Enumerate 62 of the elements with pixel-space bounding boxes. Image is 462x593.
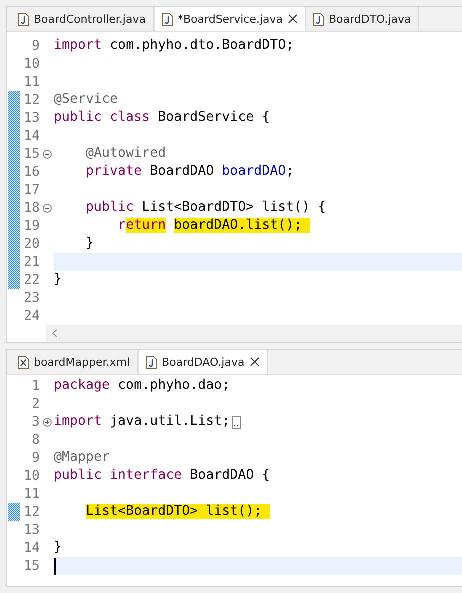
code-line: import com.phyho.dto.BoardDTO; — [54, 37, 294, 55]
line-number: 1 — [30, 378, 40, 394]
close-icon[interactable] — [288, 14, 298, 24]
line-number: 19 — [22, 218, 40, 234]
code-line: @Service — [54, 91, 118, 109]
editor-tab[interactable]: BoardController.java — [11, 7, 154, 31]
line-number: 2 — [30, 396, 40, 412]
editor-tab[interactable]: BoardDAO.java — [138, 350, 268, 374]
line-number: 18 — [22, 200, 40, 216]
collapse-icon[interactable] — [42, 150, 52, 158]
editor-tab[interactable]: BoardDTO.java — [306, 7, 420, 31]
folded-code-icon[interactable] — [232, 416, 242, 428]
xml-file-icon — [18, 356, 29, 368]
line-number: 15 — [22, 558, 40, 574]
line-number: 11 — [22, 74, 40, 90]
code-line: return boardDAO.list(); — [54, 217, 310, 235]
line-number: 20 — [22, 236, 40, 252]
java-file-icon — [146, 356, 158, 368]
code-line: @Mapper — [54, 449, 110, 467]
tab-label: BoardDAO.java — [162, 356, 245, 368]
line-number: 9 — [30, 450, 40, 466]
line-number: 13 — [22, 522, 40, 538]
code-line: } — [54, 539, 62, 557]
line-number: 10 — [22, 56, 40, 72]
code-line: public List<BoardDTO> list() { — [85, 199, 326, 217]
java-file-icon — [162, 12, 173, 26]
line-number: 8 — [30, 432, 40, 448]
line-number: 14 — [22, 128, 40, 144]
line-number: 16 — [22, 164, 40, 180]
line-number: 10 — [22, 468, 40, 484]
line-number: 14 — [22, 540, 40, 556]
line-number: 17 — [22, 182, 40, 198]
line-number: 21 — [22, 254, 40, 270]
line-number: 13 — [22, 110, 40, 126]
editor-tab[interactable]: *BoardService.java — [154, 7, 306, 31]
horizontal-scrollbar[interactable] — [46, 325, 462, 342]
line-number: 24 — [22, 308, 40, 324]
line-number: 23 — [22, 290, 40, 306]
tab-label: boardMapper.xml — [34, 356, 130, 368]
line-number: 15 — [22, 146, 40, 162]
tab-label: BoardDTO.java — [329, 12, 412, 26]
code-line: public interface BoardDAO { — [54, 467, 270, 485]
expand-icon[interactable] — [42, 418, 52, 426]
line-number: 9 — [30, 38, 40, 54]
code-line: } — [54, 271, 62, 289]
line-number: 3 — [30, 414, 40, 430]
java-file-icon — [313, 12, 324, 26]
line-number: 12 — [22, 92, 40, 108]
collapse-icon[interactable] — [42, 204, 52, 212]
line-number: 11 — [22, 486, 40, 502]
tab-label: BoardController.java — [34, 12, 146, 26]
code-line: private BoardDAO boardDAO; — [85, 163, 294, 181]
line-number: 12 — [22, 504, 40, 520]
code-line: } — [85, 235, 94, 253]
code-line: package com.phyho.dao; — [54, 377, 230, 395]
tab-label: *BoardService.java — [178, 12, 284, 26]
code-line: @Autowired — [85, 145, 166, 163]
code-line: import java.util.List; — [54, 413, 230, 431]
code-line: public class BoardService { — [54, 109, 270, 127]
close-icon[interactable] — [250, 357, 260, 367]
line-number: 22 — [22, 272, 40, 288]
java-file-icon — [18, 12, 29, 26]
